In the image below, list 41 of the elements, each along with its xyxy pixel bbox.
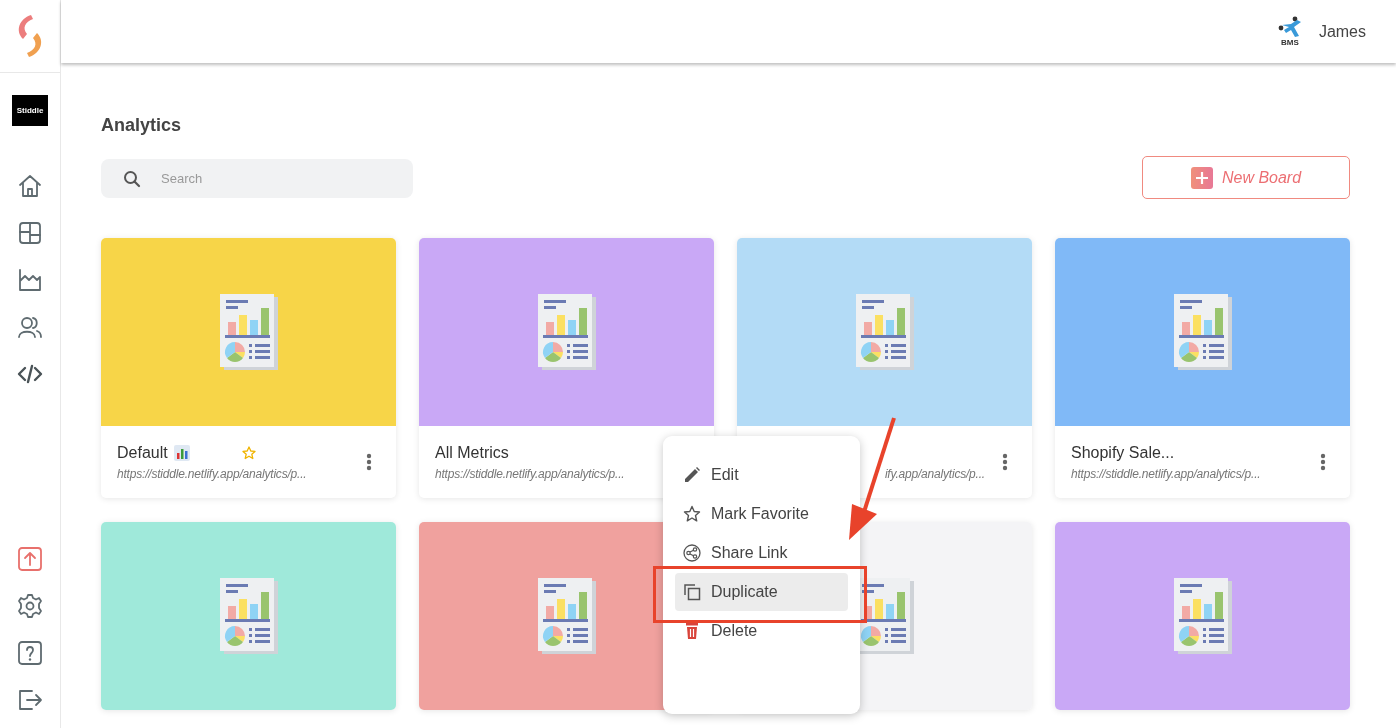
board-url[interactable]: https://stiddle.netlify.app/analytics/p... — [435, 467, 667, 481]
board-card[interactable]: Default https://stiddle.netlify.app/analytics/p... — [101, 238, 396, 498]
trash-icon — [683, 622, 701, 640]
plus-icon — [1190, 166, 1213, 189]
pencil-icon — [683, 466, 701, 484]
board-title: All Metrics — [435, 444, 509, 462]
copy-icon — [683, 583, 701, 601]
dashboard-icon[interactable] — [17, 220, 43, 246]
menu-item[interactable]: Delete — [675, 612, 848, 650]
star-icon[interactable] — [241, 446, 256, 460]
menu-item[interactable]: Duplicate — [675, 573, 848, 611]
report-icon — [855, 294, 914, 370]
help-icon[interactable] — [17, 640, 43, 666]
report-icon — [219, 578, 278, 654]
page-title: Analytics — [101, 115, 183, 136]
home-icon[interactable] — [17, 173, 43, 199]
area-chart-icon[interactable] — [17, 267, 43, 293]
search-field[interactable]: Search — [101, 159, 413, 198]
menu-item[interactable]: Share Link — [675, 534, 848, 572]
report-icon — [219, 294, 278, 370]
report-icon — [537, 294, 596, 370]
logout-icon[interactable] — [17, 687, 43, 713]
upload-icon[interactable] — [17, 546, 43, 572]
board-title: Shopify Sale... — [1071, 444, 1175, 462]
report-icon — [1173, 294, 1232, 370]
report-icon — [1173, 578, 1232, 654]
settings-icon[interactable] — [17, 593, 43, 619]
board-url[interactable]: https://stiddle.netlify.app/analytics/p... — [117, 467, 349, 481]
report-icon — [537, 578, 596, 654]
user-name[interactable]: James — [1318, 22, 1366, 41]
users-icon[interactable] — [17, 314, 43, 340]
board-card[interactable]: Shopify Sale... https://stiddle.netlify.app/analytics/p... — [1055, 238, 1350, 498]
more-options-icon[interactable] — [366, 453, 372, 471]
menu-item[interactable]: Mark Favorite — [675, 495, 848, 533]
board-title: Default — [117, 444, 168, 462]
star-icon — [683, 505, 701, 523]
more-options-icon[interactable] — [1002, 453, 1008, 471]
brand-logo[interactable]: Stiddle — [12, 95, 48, 126]
more-options-icon[interactable] — [1320, 453, 1326, 471]
board-url[interactable]: https://stiddle.netlify.app/analytics/p... — [1071, 467, 1303, 481]
share-icon — [683, 544, 701, 562]
